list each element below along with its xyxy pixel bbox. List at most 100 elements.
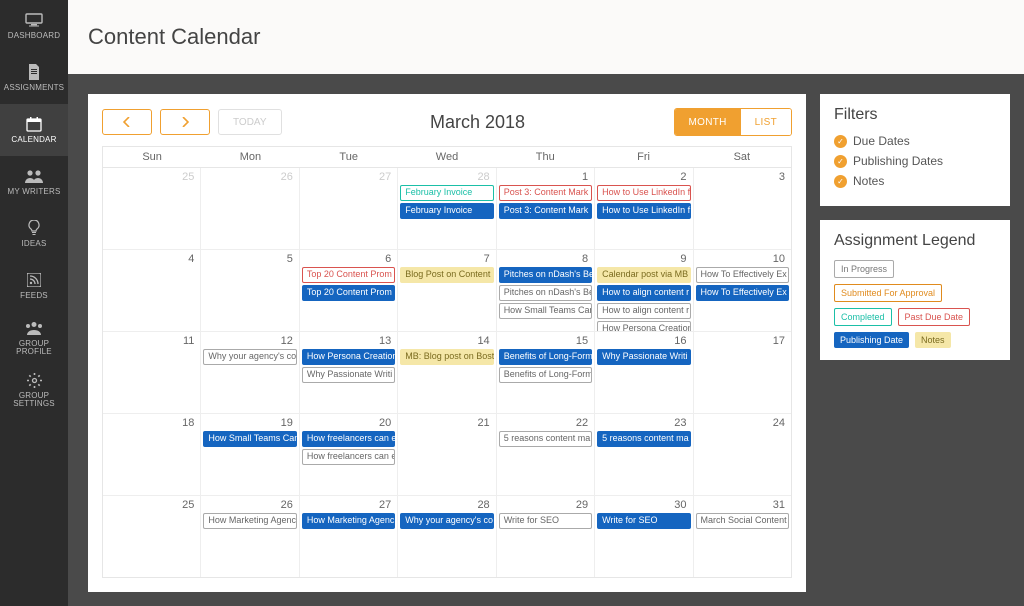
day-number: 14 <box>400 334 493 349</box>
day-events: How freelancers can e How freelancers can… <box>302 431 395 465</box>
gear-icon <box>24 372 44 388</box>
calendar-event[interactable]: How freelancers can e <box>302 431 395 447</box>
today-button[interactable]: TODAY <box>218 109 282 135</box>
calendar-event[interactable]: How Persona Creation <box>302 349 395 365</box>
sidebar-item-group-profile[interactable]: GROUP PROFILE <box>0 312 68 364</box>
calendar-week: 1112Why your agency's co13How Persona Cr… <box>103 331 791 413</box>
calendar-event[interactable]: How Small Teams Can <box>499 303 592 319</box>
calendar-day[interactable]: 27 <box>299 168 397 249</box>
calendar-event[interactable]: Pitches on nDash's Be <box>499 267 592 283</box>
calendar-day[interactable]: 31March Social Content <box>693 496 791 577</box>
prev-month-button[interactable] <box>102 109 152 135</box>
filter-item-publishing-dates[interactable]: ✓Publishing Dates <box>834 154 996 168</box>
calendar-day[interactable]: 26 <box>200 168 298 249</box>
sidebar-item-my-writers[interactable]: MY WRITERS <box>0 156 68 208</box>
calendar-day[interactable]: 10How To Effectively ExHow To Effectivel… <box>693 250 791 331</box>
calendar-event[interactable]: Write for SEO <box>597 513 690 529</box>
day-events: February Invoice February Invoice <box>400 185 493 219</box>
dow-header: Tue <box>300 147 398 167</box>
filter-item-due-dates[interactable]: ✓Due Dates <box>834 134 996 148</box>
calendar-day[interactable]: 20How freelancers can eHow freelancers c… <box>299 414 397 495</box>
sidebar-item-assignments[interactable]: ASSIGNMENTS <box>0 52 68 104</box>
day-number: 1 <box>499 170 592 185</box>
sidebar-item-group-settings[interactable]: GROUP SETTINGS <box>0 364 68 416</box>
calendar-day[interactable]: 15Benefits of Long-FormBenefits of Long-… <box>496 332 594 413</box>
calendar-event[interactable]: How Persona Creation <box>597 321 690 331</box>
calendar-day[interactable]: 17 <box>693 332 791 413</box>
calendar-day[interactable]: 2How to Use LinkedIn fHow to Use LinkedI… <box>594 168 692 249</box>
calendar-event[interactable]: Post 3: Content Mark <box>499 185 592 201</box>
view-month[interactable]: MONTH <box>675 109 741 135</box>
sidebar-item-feeds[interactable]: FEEDS <box>0 260 68 312</box>
calendar-day[interactable]: 14MB: Blog post on Bost <box>397 332 495 413</box>
calendar-event[interactable]: Blog Post on Content <box>400 267 493 283</box>
calendar-day[interactable]: 6Top 20 Content PromTop 20 Content Prom <box>299 250 397 331</box>
calendar-event[interactable]: Benefits of Long-Form <box>499 349 592 365</box>
calendar-event[interactable]: Top 20 Content Prom <box>302 285 395 301</box>
filter-item-notes[interactable]: ✓Notes <box>834 174 996 188</box>
calendar-event[interactable]: MB: Blog post on Bost <box>400 349 493 365</box>
calendar-day[interactable]: 30Write for SEO <box>594 496 692 577</box>
calendar-day[interactable]: 7Blog Post on Content <box>397 250 495 331</box>
month-title: March 2018 <box>430 112 525 133</box>
calendar-day[interactable]: 12Why your agency's co <box>200 332 298 413</box>
calendar-event[interactable]: Top 20 Content Prom <box>302 267 395 283</box>
calendar-day[interactable]: 21 <box>397 414 495 495</box>
day-events: Post 3: Content Mark Post 3: Content Mark <box>499 185 592 219</box>
calendar-event[interactable]: Why your agency's co <box>203 349 296 365</box>
calendar-event[interactable]: How To Effectively Ex <box>696 285 789 301</box>
calendar-day[interactable]: 24 <box>693 414 791 495</box>
calendar-event[interactable]: Why Passionate Writi <box>597 349 690 365</box>
calendar-event[interactable]: How Marketing Agenc <box>302 513 395 529</box>
calendar-event[interactable]: How to Use LinkedIn f <box>597 203 690 219</box>
calendar-day[interactable]: 19How Small Teams Can <box>200 414 298 495</box>
calendar-event[interactable]: March Social Content <box>696 513 789 529</box>
calendar-day[interactable]: 1Post 3: Content MarkPost 3: Content Mar… <box>496 168 594 249</box>
calendar-event[interactable]: How To Effectively Ex <box>696 267 789 283</box>
calendar-day[interactable]: 3 <box>693 168 791 249</box>
sidebar-item-ideas[interactable]: IDEAS <box>0 208 68 260</box>
calendar-day[interactable]: 28February InvoiceFebruary Invoice <box>397 168 495 249</box>
sidebar-item-dashboard[interactable]: DASHBOARD <box>0 0 68 52</box>
sidebar-item-label: GROUP SETTINGS <box>0 392 68 408</box>
calendar-event[interactable]: Post 3: Content Mark <box>499 203 592 219</box>
next-month-button[interactable] <box>160 109 210 135</box>
calendar-day[interactable]: 225 reasons content ma <box>496 414 594 495</box>
sidebar-item-calendar[interactable]: CALENDAR <box>0 104 68 156</box>
calendar-event[interactable]: Why Passionate Writi <box>302 367 395 383</box>
calendar-day[interactable]: 235 reasons content ma <box>594 414 692 495</box>
calendar-day[interactable]: 9Calendar post via MBHow to align conten… <box>594 250 692 331</box>
bulb-icon <box>24 220 44 236</box>
legend-card: Assignment Legend In ProgressSubmitted F… <box>820 220 1010 360</box>
calendar-day[interactable]: 4 <box>103 250 200 331</box>
calendar-event[interactable]: How to align content r <box>597 285 690 301</box>
calendar-event[interactable]: 5 reasons content ma <box>597 431 690 447</box>
calendar-day[interactable]: 28Why your agency's co <box>397 496 495 577</box>
calendar-day[interactable]: 16Why Passionate Writi <box>594 332 692 413</box>
calendar-day[interactable]: 29Write for SEO <box>496 496 594 577</box>
view-list[interactable]: LIST <box>741 109 791 135</box>
calendar-day[interactable]: 11 <box>103 332 200 413</box>
calendar-event[interactable]: How Marketing Agenc <box>203 513 296 529</box>
calendar-event[interactable]: How Small Teams Can <box>203 431 296 447</box>
calendar-day[interactable]: 13How Persona CreationWhy Passionate Wri… <box>299 332 397 413</box>
calendar-event[interactable]: Why your agency's co <box>400 513 493 529</box>
calendar-event[interactable]: Write for SEO <box>499 513 592 529</box>
calendar-day[interactable]: 27How Marketing Agenc <box>299 496 397 577</box>
calendar-event[interactable]: 5 reasons content ma <box>499 431 592 447</box>
calendar-day[interactable]: 5 <box>200 250 298 331</box>
calendar-day[interactable]: 18 <box>103 414 200 495</box>
calendar-day[interactable]: 8Pitches on nDash's BePitches on nDash's… <box>496 250 594 331</box>
calendar-event[interactable]: Pitches on nDash's Be <box>499 285 592 301</box>
calendar-event[interactable]: February Invoice <box>400 203 493 219</box>
calendar-event[interactable]: February Invoice <box>400 185 493 201</box>
calendar-event[interactable]: Benefits of Long-Form <box>499 367 592 383</box>
calendar-event[interactable]: How freelancers can e <box>302 449 395 465</box>
calendar-event[interactable]: How to Use LinkedIn f <box>597 185 690 201</box>
calendar-day[interactable]: 25 <box>103 168 200 249</box>
calendar-day[interactable]: 25 <box>103 496 200 577</box>
day-number: 3 <box>696 170 789 185</box>
calendar-day[interactable]: 26How Marketing Agenc <box>200 496 298 577</box>
calendar-event[interactable]: How to align content r <box>597 303 690 319</box>
calendar-event[interactable]: Calendar post via MB <box>597 267 690 283</box>
